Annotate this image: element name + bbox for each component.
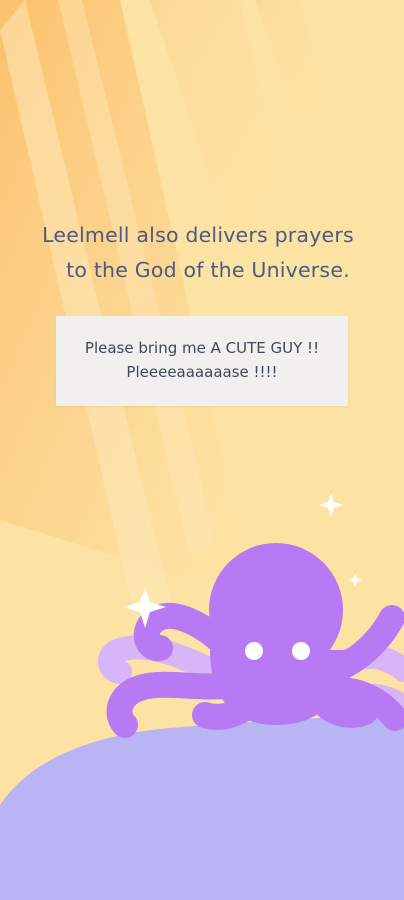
octopus-right-eye xyxy=(292,642,310,660)
sparkle-icon xyxy=(319,493,343,517)
octopus-illustration xyxy=(0,493,404,900)
planet-hill xyxy=(0,711,404,900)
sparkle-icon xyxy=(348,573,362,587)
onboarding-screen: Leelmell also delivers prayers to the Go… xyxy=(0,0,404,900)
octopus-left-eye xyxy=(245,642,263,660)
